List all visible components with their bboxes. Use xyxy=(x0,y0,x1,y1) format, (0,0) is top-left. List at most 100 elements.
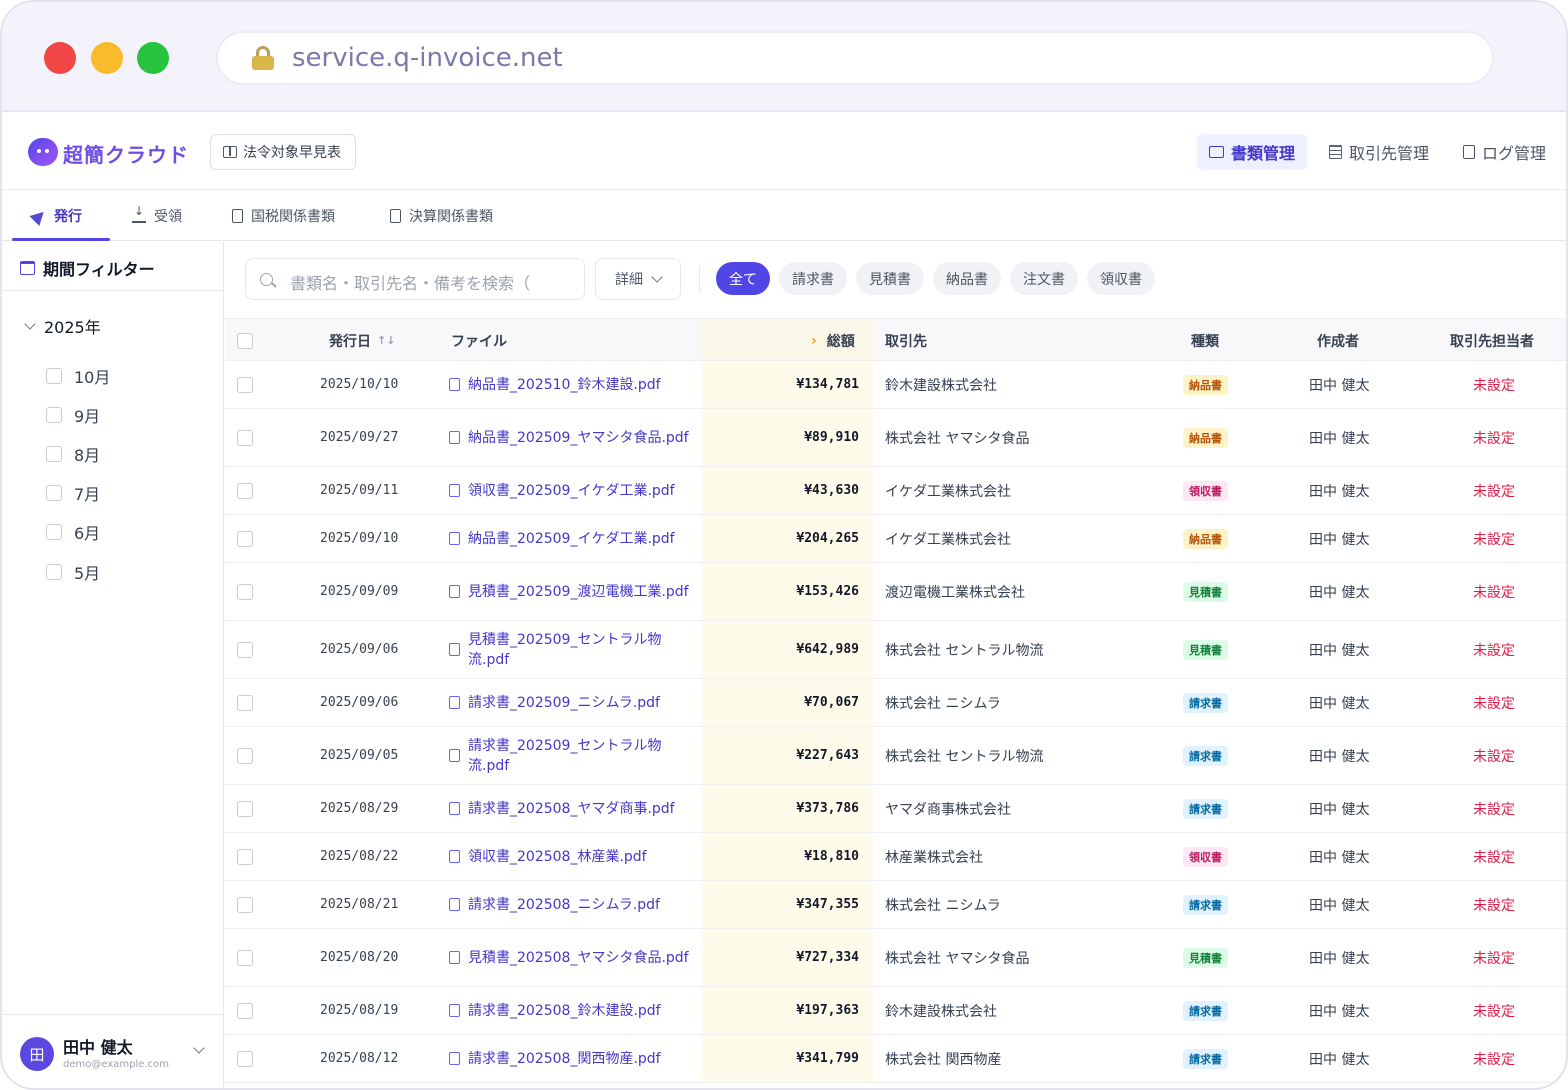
partner-name: 株式会社 ヤマシタ食品 xyxy=(885,430,1030,447)
close-window-button[interactable] xyxy=(44,42,76,74)
header-creator[interactable]: 作成者 xyxy=(1317,319,1359,362)
row-checkbox[interactable] xyxy=(237,1002,253,1019)
file-link[interactable]: 納品書_202509_ヤマシタ食品.pdf xyxy=(449,409,689,466)
document-type-badge: 請求書 xyxy=(1183,894,1228,915)
header-contact[interactable]: 取引先担当者 xyxy=(1450,319,1534,362)
header-date[interactable]: 発行日 ↑↓ xyxy=(329,319,395,362)
row-checkbox[interactable] xyxy=(237,429,253,446)
folder-icon xyxy=(1208,146,1224,158)
app-logo[interactable]: 超簡クラウド xyxy=(63,139,189,168)
header-partner[interactable]: 取引先 xyxy=(885,319,927,362)
chip-estimate[interactable]: 見積書 xyxy=(856,262,924,295)
file-link[interactable]: 請求書_202508_ニシムラ.pdf xyxy=(449,881,689,928)
row-checkbox[interactable] xyxy=(237,641,253,658)
nav-document-management[interactable]: 書類管理 xyxy=(1196,134,1307,170)
table-row[interactable]: 2025/09/11 領収書_202509_イケダ工業.pdf ¥43,630 イケダ… xyxy=(225,467,1566,515)
chip-invoice[interactable]: 請求書 xyxy=(779,262,847,295)
file-link[interactable]: 見積書_202508_ヤマシタ食品.pdf xyxy=(449,929,689,986)
maximize-window-button[interactable] xyxy=(137,42,169,74)
month-checkbox[interactable] xyxy=(46,445,62,462)
month-option[interactable]: 6月 xyxy=(46,513,110,552)
table-row[interactable]: 2025/08/19 請求書_202508_鈴木建設.pdf ¥197,363 鈴木建… xyxy=(225,987,1566,1035)
table-row[interactable]: 2025/08/20 見積書_202508_ヤマシタ食品.pdf ¥727,334 株… xyxy=(225,929,1566,987)
partner-contact: 未設定 xyxy=(1473,531,1515,548)
header-amount[interactable]: › 総額 xyxy=(811,319,855,362)
detail-filter-button[interactable]: 詳細 xyxy=(595,258,681,300)
row-checkbox[interactable] xyxy=(237,482,253,499)
row-checkbox[interactable] xyxy=(237,800,253,817)
table-row[interactable]: 2025/09/06 請求書_202509_ニシムラ.pdf ¥70,067 株式会社… xyxy=(225,679,1566,727)
row-checkbox[interactable] xyxy=(237,530,253,547)
row-checkbox[interactable] xyxy=(237,896,253,913)
row-checkbox[interactable] xyxy=(237,694,253,711)
file-link[interactable]: 領収書_202509_イケダ工業.pdf xyxy=(449,467,689,514)
month-option[interactable]: 8月 xyxy=(46,434,110,473)
month-checkbox[interactable] xyxy=(46,485,62,502)
partner-contact: 未設定 xyxy=(1473,849,1515,866)
tab-settlement-documents[interactable]: 決算関係書類 xyxy=(390,191,493,241)
chip-delivery[interactable]: 納品書 xyxy=(933,262,1001,295)
creator-name: 田中 健太 xyxy=(1309,1051,1370,1068)
select-all-checkbox[interactable] xyxy=(237,332,253,349)
nav-log-management[interactable]: ログ管理 xyxy=(1451,134,1558,170)
month-option[interactable]: 10月 xyxy=(46,356,110,395)
file-link[interactable]: 請求書_202508_鈴木建設.pdf xyxy=(449,987,689,1034)
month-option[interactable]: 7月 xyxy=(46,474,110,513)
table-row[interactable]: 2025/09/09 見積書_202509_渡辺電機工業.pdf ¥153,426 渡… xyxy=(225,563,1566,621)
address-bar[interactable]: service.q-invoice.net xyxy=(216,31,1494,85)
user-menu[interactable]: 田 田中 健太 demo@example.com xyxy=(2,1014,224,1088)
clipboard-icon xyxy=(1462,145,1475,159)
month-option[interactable]: 9月 xyxy=(46,395,110,434)
document-type-badge: 領収書 xyxy=(1183,480,1228,501)
type-cell: 見積書 xyxy=(1183,563,1228,620)
month-checkbox[interactable] xyxy=(46,524,62,541)
file-link[interactable]: 納品書_202510_鈴木建設.pdf xyxy=(449,361,689,408)
documents-table: 発行日 ↑↓ ファイル › 総額 取引先 種類 作成者 取引先担当者 2025/… xyxy=(225,318,1566,1083)
table-row[interactable]: 2025/08/22 領収書_202508_林産業.pdf ¥18,810 林産業株式… xyxy=(225,833,1566,881)
table-row[interactable]: 2025/08/12 請求書_202508_関西物産.pdf ¥341,799 株式会… xyxy=(225,1035,1566,1083)
row-checkbox[interactable] xyxy=(237,1050,253,1067)
file-link[interactable]: 見積書_202509_セントラル物流.pdf xyxy=(449,621,689,678)
year-toggle[interactable]: 2025年 xyxy=(24,314,101,338)
row-checkbox[interactable] xyxy=(237,949,253,966)
partner-contact: 未設定 xyxy=(1473,584,1515,601)
row-select-cell xyxy=(237,785,253,832)
row-checkbox[interactable] xyxy=(237,848,253,865)
minimize-window-button[interactable] xyxy=(91,42,123,74)
table-row[interactable]: 2025/08/21 請求書_202508_ニシムラ.pdf ¥347,355 株式会… xyxy=(225,881,1566,929)
file-link[interactable]: 見積書_202509_渡辺電機工業.pdf xyxy=(449,563,689,620)
year-label: 2025年 xyxy=(44,318,101,337)
month-checkbox[interactable] xyxy=(46,563,62,580)
total-amount: ¥347,355 xyxy=(796,897,859,912)
row-checkbox[interactable] xyxy=(237,376,253,393)
tab-tax-documents[interactable]: 国税関係書類 xyxy=(232,191,335,241)
table-row[interactable]: 2025/08/29 請求書_202508_ヤマダ商事.pdf ¥373,786 ヤマ… xyxy=(225,785,1566,833)
file-link[interactable]: 領収書_202508_林産業.pdf xyxy=(449,833,689,880)
chip-receipt[interactable]: 領収書 xyxy=(1087,262,1155,295)
table-row[interactable]: 2025/09/27 納品書_202509_ヤマシタ食品.pdf ¥89,910 株式… xyxy=(225,409,1566,467)
file-link[interactable]: 請求書_202508_ヤマダ商事.pdf xyxy=(449,785,689,832)
chip-all[interactable]: 全て xyxy=(716,262,770,295)
nav-partner-management[interactable]: 取引先管理 xyxy=(1317,134,1441,170)
law-reference-button[interactable]: 法令対象早見表 xyxy=(210,134,356,170)
table-row[interactable]: 2025/09/10 納品書_202509_イケダ工業.pdf ¥204,265 イケ… xyxy=(225,515,1566,563)
month-checkbox[interactable] xyxy=(46,406,62,423)
file-link[interactable]: 納品書_202509_イケダ工業.pdf xyxy=(449,515,689,562)
row-checkbox[interactable] xyxy=(237,747,253,764)
file-link[interactable]: 請求書_202508_関西物産.pdf xyxy=(449,1035,689,1082)
file-link[interactable]: 請求書_202509_セントラル物流.pdf xyxy=(449,727,689,784)
partner-name: イケダ工業株式会社 xyxy=(885,483,1011,500)
table-row[interactable]: 2025/09/05 請求書_202509_セントラル物流.pdf ¥227,643… xyxy=(225,727,1566,785)
month-option[interactable]: 5月 xyxy=(46,552,110,591)
header-type[interactable]: 種類 xyxy=(1191,319,1219,362)
tab-received[interactable]: 受領 xyxy=(132,191,182,241)
row-checkbox[interactable] xyxy=(237,583,253,600)
chip-order[interactable]: 注文書 xyxy=(1010,262,1078,295)
table-row[interactable]: 2025/10/10 納品書_202510_鈴木建設.pdf ¥134,781 鈴木建… xyxy=(225,361,1566,409)
search-input[interactable]: 書類名・取引先名・備考を検索（ xyxy=(245,258,585,300)
table-row[interactable]: 2025/09/06 見積書_202509_セントラル物流.pdf ¥642,989… xyxy=(225,621,1566,679)
tab-issued[interactable]: 発行 xyxy=(29,191,82,241)
month-checkbox[interactable] xyxy=(46,367,62,384)
header-file[interactable]: ファイル xyxy=(451,319,507,362)
file-link[interactable]: 請求書_202509_ニシムラ.pdf xyxy=(449,679,689,726)
